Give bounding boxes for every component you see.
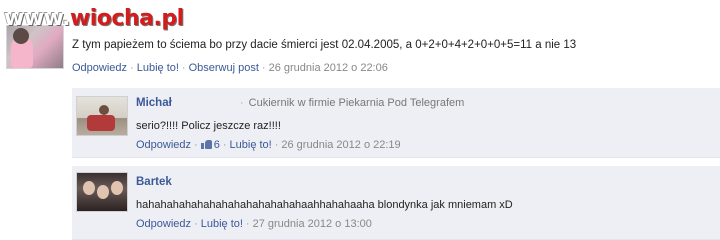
separator: · (240, 97, 244, 109)
avatar-face (111, 181, 123, 195)
reply-link[interactable]: Odpowiedz (136, 139, 191, 151)
separator: · (130, 62, 134, 74)
avatar[interactable] (6, 25, 64, 69)
site-watermark: www.wiocha.pl (4, 6, 184, 31)
separator: · (194, 139, 198, 151)
watermark-domain: wiocha.pl (69, 6, 184, 31)
follow-post-link[interactable]: Obserwuj post (189, 62, 259, 74)
reply-timestamp[interactable]: 27 grudnia 2012 o 13:00 (253, 218, 372, 230)
avatar[interactable] (76, 96, 128, 136)
like-link[interactable]: Lubię to! (201, 218, 243, 230)
author-job-text: Cukiernik w firmie Piekarnia Pod Telegra… (248, 97, 465, 109)
separator: · (222, 139, 227, 151)
separator: · (181, 62, 186, 74)
author-name[interactable]: Michał (136, 97, 172, 109)
like-link[interactable]: Lubię to! (230, 139, 272, 151)
author-job: · Cukiernik w firmie Piekarnia Pod Telegr… (240, 97, 464, 109)
reply-link[interactable]: Odpowiedz (136, 218, 191, 230)
author-name[interactable]: Bartek (136, 176, 172, 188)
separator: · (245, 218, 250, 230)
reply-actions: Odpowiedz · Lubię to! · 27 grudnia 2012 o 13… (136, 218, 372, 230)
reply-actions: Odpowiedz · 6 · Lubię to! · 26 grudnia 2012 o … (136, 139, 401, 151)
reply-timestamp[interactable]: 26 grudnia 2012 o 22:19 (281, 139, 400, 151)
avatar-face (97, 185, 109, 199)
avatar[interactable] (76, 172, 128, 212)
avatar-figure (87, 115, 115, 131)
avatar-head (99, 105, 109, 115)
thumbs-up-icon (200, 139, 212, 149)
separator: · (274, 139, 279, 151)
reply-link[interactable]: Odpowiedz (72, 62, 127, 74)
like-count: 6 (213, 139, 220, 151)
reply-bartek: Bartek hahahahahahahahahahahahahahaahhah… (72, 166, 720, 240)
separator: · (261, 62, 266, 74)
reply-michal: Michał · Cukiernik w firmie Piekarnia Pod… (72, 88, 720, 158)
like-count-button[interactable]: 6 (200, 139, 220, 151)
avatar-face (83, 181, 95, 195)
comment-text: Z tym papieżem to ściema bo przy dacie ś… (72, 39, 577, 51)
reply-text: hahahahahahahahahahahahahahaahhahahaaha … (136, 199, 513, 211)
like-link[interactable]: Lubię to! (137, 62, 179, 74)
comment-actions: Odpowiedz · Lubię to! · Obserwuj post · 26 gru… (72, 62, 388, 74)
reply-text: serio?!!!! Policz jeszcze raz!!!! (136, 120, 281, 132)
watermark-prefix: www. (4, 6, 70, 31)
separator: · (194, 218, 198, 230)
comment-timestamp[interactable]: 26 grudnia 2012 o 22:06 (269, 62, 388, 74)
